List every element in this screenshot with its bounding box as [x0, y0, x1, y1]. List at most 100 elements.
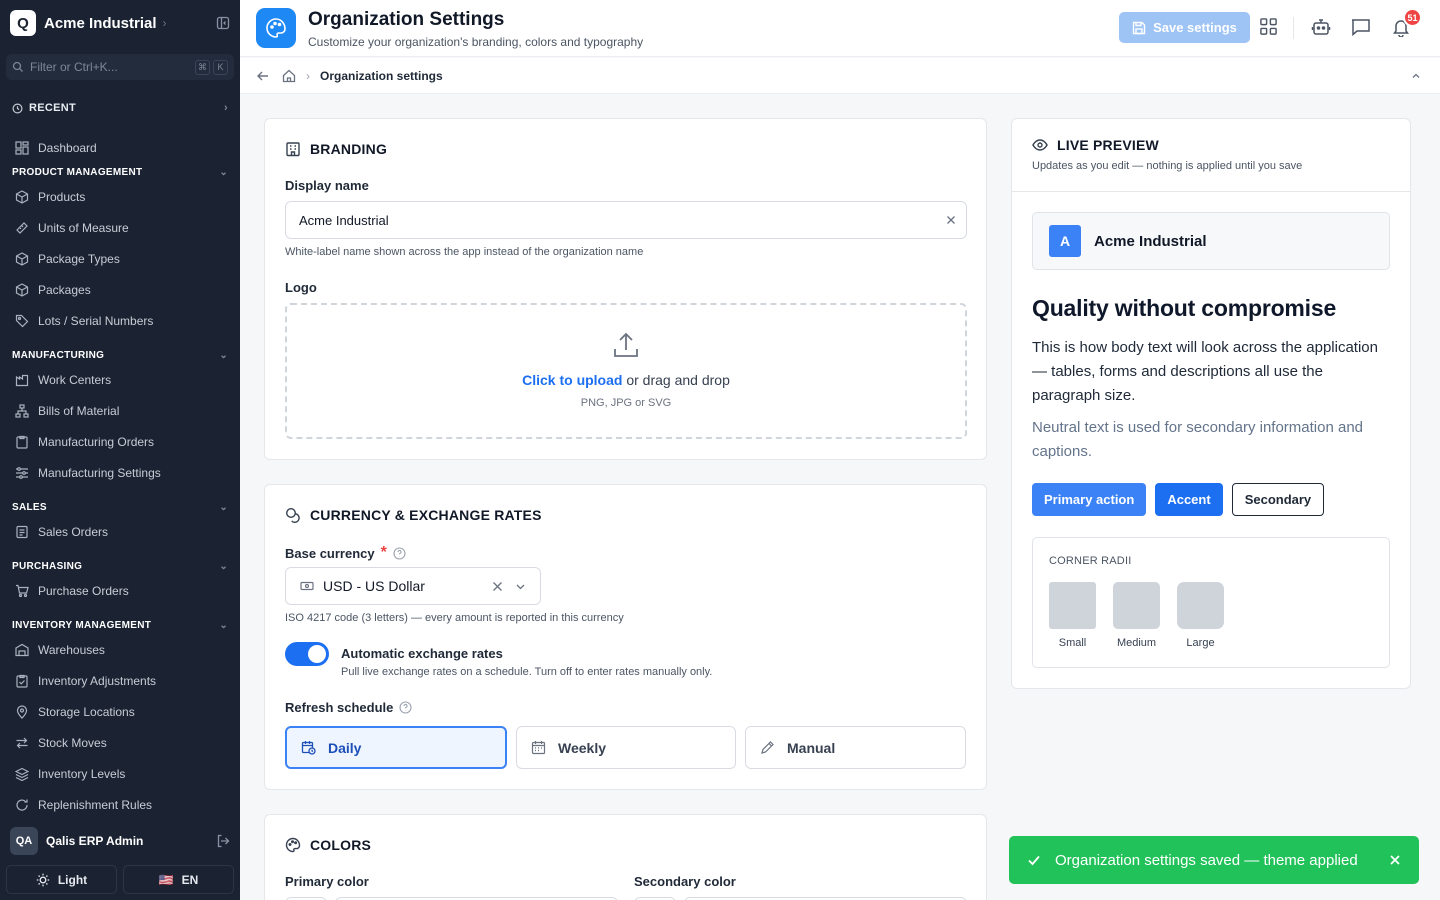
logo-label: Logo: [285, 280, 317, 295]
sidebar-item-bills-of-material[interactable]: Bills of Material: [0, 395, 240, 426]
ruler-icon: [16, 221, 28, 234]
schedule-option-label: Weekly: [558, 739, 606, 756]
back-arrow-icon[interactable]: [256, 69, 270, 83]
sidebar-item-units-of-measure[interactable]: Units of Measure: [0, 212, 240, 243]
check-icon: [1027, 853, 1041, 867]
schedule-option-label: Manual: [787, 739, 836, 756]
sidebar-item-packages[interactable]: Packages: [0, 274, 240, 305]
palette-icon: [256, 8, 296, 48]
language-button[interactable]: 🇺🇸 EN: [123, 865, 234, 894]
calendar-icon: [531, 741, 546, 755]
user-menu[interactable]: QA Qalis ERP Admin: [0, 824, 240, 858]
sidebar-item-replenishment-rules[interactable]: Replenishment Rules: [0, 789, 240, 820]
schedule-option-weekly[interactable]: Weekly: [516, 726, 736, 769]
header-divider: [1293, 17, 1294, 39]
chevron-down-icon[interactable]: [515, 581, 526, 592]
sidebar-item-products[interactable]: Products: [0, 181, 240, 212]
base-currency-help: ISO 4217 code (3 letters) — every amount…: [285, 612, 624, 624]
page-header: Organization Settings Customize your org…: [240, 0, 1440, 57]
success-toast: Organization settings saved — theme appl…: [1009, 836, 1419, 884]
chevron-up-icon[interactable]: [1410, 70, 1422, 82]
save-label: Save settings: [1153, 20, 1237, 35]
sidebar-item-label: Warehouses: [38, 642, 105, 657]
document-icon: [16, 525, 28, 538]
box-icon: [15, 189, 29, 204]
app-logo: Q: [10, 10, 36, 36]
factory-icon: [15, 374, 29, 386]
schedule-option-daily[interactable]: Daily: [285, 726, 507, 769]
refresh-icon: [16, 798, 28, 811]
help-circle-icon[interactable]: [393, 546, 406, 560]
sidebar-item-label: Packages: [38, 282, 91, 297]
message-icon[interactable]: [1350, 17, 1371, 37]
sidebar-item-inventory-adjustments[interactable]: Inventory Adjustments: [0, 665, 240, 696]
sidebar-item-dashboard[interactable]: Dashboard: [0, 133, 240, 163]
toast-message: Organization settings saved — theme appl…: [1055, 851, 1358, 869]
display-name-input[interactable]: Acme Industrial: [285, 201, 967, 239]
clear-icon[interactable]: [492, 581, 503, 592]
sidebar-collapse-icon[interactable]: [216, 16, 230, 30]
sidebar-item-label: Manufacturing Orders: [38, 434, 155, 449]
org-switcher[interactable]: Q Acme Industrial ›: [0, 0, 240, 46]
radius-large-swatch: [1177, 582, 1224, 629]
close-icon[interactable]: [1389, 854, 1401, 866]
logout-icon[interactable]: [216, 834, 230, 848]
preview-primary-button[interactable]: Primary action: [1032, 483, 1147, 516]
language-label: EN: [181, 872, 199, 887]
section-purchasing[interactable]: PURCHASING ⌄: [0, 557, 240, 575]
sidebar-item-label: Sales Orders: [38, 524, 109, 539]
sidebar-filter-input[interactable]: Filter or Ctrl+K... ⌘ K: [6, 54, 234, 80]
sidebar-item-storage-locations[interactable]: Storage Locations: [0, 696, 240, 727]
sidebar-item-warehouses[interactable]: Warehouses: [0, 634, 240, 665]
section-product-management[interactable]: PRODUCT MANAGEMENT ⌄: [0, 163, 240, 181]
sliders-icon: [16, 466, 28, 479]
robot-icon[interactable]: [1311, 17, 1331, 37]
section-sales[interactable]: SALES ⌄: [0, 498, 240, 516]
theme-toggle-button[interactable]: Light: [6, 865, 117, 894]
schedule-option-manual[interactable]: Manual: [745, 726, 966, 769]
warehouse-icon: [15, 643, 29, 656]
sidebar-item-stock-moves[interactable]: Stock Moves: [0, 727, 240, 758]
preview-neutral-text: Neutral text is used for secondary infor…: [1032, 419, 1364, 460]
home-icon[interactable]: [282, 69, 296, 83]
live-preview-title: LIVE PREVIEW: [1057, 137, 1159, 153]
clear-icon[interactable]: [946, 215, 956, 225]
logo-dropzone[interactable]: Click to upload or drag and drop PNG, JP…: [285, 303, 967, 439]
section-label: SALES: [12, 501, 47, 513]
sidebar-item-label: Inventory Adjustments: [38, 673, 157, 688]
apps-grid-icon[interactable]: [1259, 17, 1278, 36]
display-name-label: Display name: [285, 178, 369, 193]
sidebar-item-purchase-orders[interactable]: Purchase Orders: [0, 575, 240, 606]
dashboard-icon: [15, 141, 29, 155]
page-title: Organization Settings: [308, 9, 505, 30]
recent-toggle[interactable]: RECENT ›: [12, 102, 228, 114]
help-circle-icon[interactable]: [399, 701, 412, 714]
sidebar-item-work-centers[interactable]: Work Centers: [0, 364, 240, 395]
arrows-exchange-icon: [16, 737, 28, 748]
upload-link[interactable]: Click to upload: [522, 372, 622, 388]
preview-accent-button[interactable]: Accent: [1155, 483, 1223, 516]
auto-exchange-desc: Pull live exchange rates on a schedule. …: [341, 666, 713, 678]
sidebar-item-package-types[interactable]: Package Types: [0, 243, 240, 274]
base-currency-value: USD - US Dollar: [323, 578, 425, 594]
preview-brand-name: Acme Industrial: [1094, 232, 1207, 250]
avatar: QA: [10, 827, 38, 855]
sidebar-item-sales-orders[interactable]: Sales Orders: [0, 516, 240, 547]
sidebar-item-label: Stock Moves: [38, 735, 107, 750]
sidebar-item-inventory-levels[interactable]: Inventory Levels: [0, 758, 240, 789]
sidebar-item-label: Purchase Orders: [38, 583, 129, 598]
section-manufacturing[interactable]: MANUFACTURING ⌄: [0, 346, 240, 364]
sidebar-item-lots-serial-numbers[interactable]: Lots / Serial Numbers: [0, 305, 240, 336]
auto-exchange-toggle[interactable]: [285, 642, 329, 666]
save-settings-button[interactable]: Save settings: [1119, 12, 1250, 43]
live-preview-subtitle: Updates as you edit — nothing is applied…: [1032, 160, 1303, 172]
chevron-down-icon: ⌄: [219, 619, 228, 631]
preview-brand-logo: A: [1049, 225, 1081, 257]
preview-secondary-button[interactable]: Secondary: [1231, 483, 1325, 516]
sidebar-item-label: Manufacturing Settings: [38, 465, 161, 480]
section-inventory-management[interactable]: INVENTORY MANAGEMENT ⌄: [0, 616, 240, 634]
sidebar-item-manufacturing-orders[interactable]: Manufacturing Orders: [0, 426, 240, 457]
radius-medium-label: Medium: [1116, 637, 1157, 649]
base-currency-select[interactable]: USD - US Dollar: [285, 567, 541, 605]
sidebar-item-manufacturing-settings[interactable]: Manufacturing Settings: [0, 457, 240, 488]
